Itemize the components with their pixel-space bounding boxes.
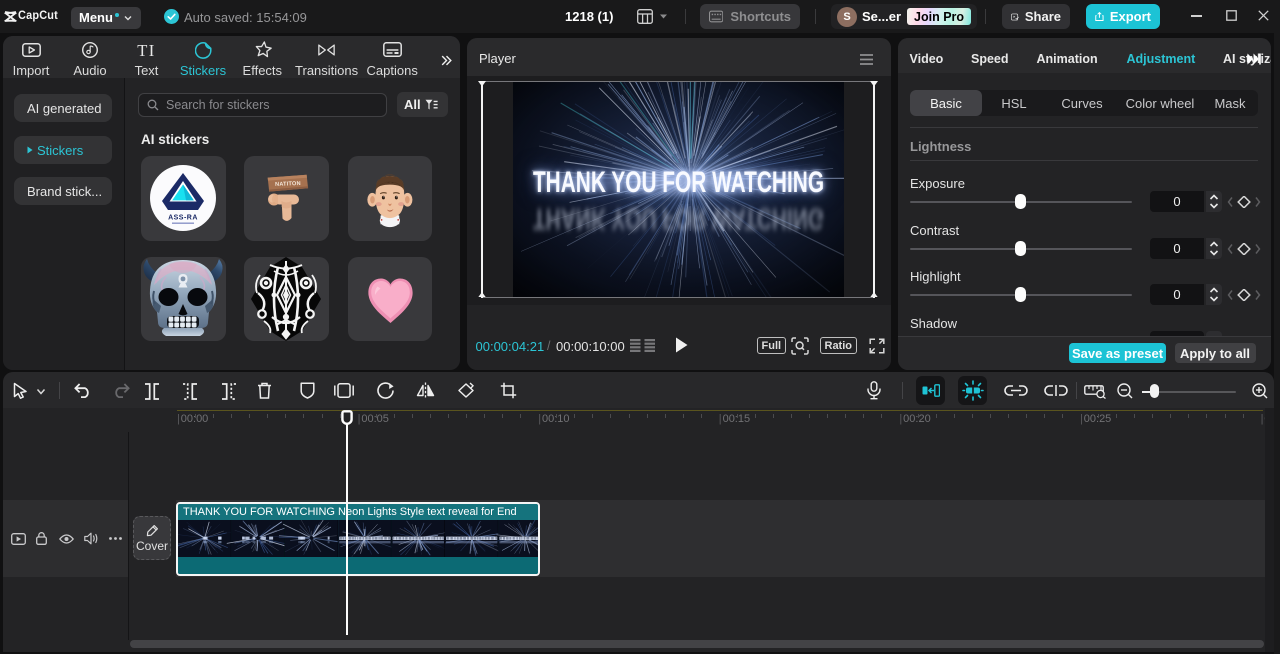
svg-text:ASS-RA: ASS-RA bbox=[168, 215, 198, 222]
svg-text:NATITON: NATITON bbox=[275, 181, 301, 188]
